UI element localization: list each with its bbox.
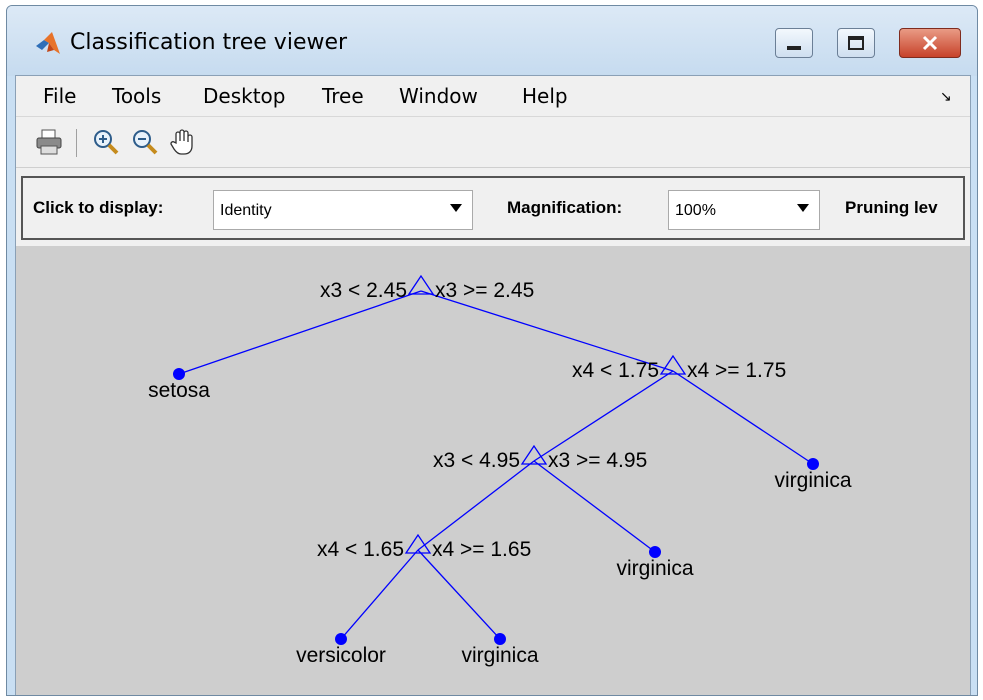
menu-window[interactable]: Window (399, 84, 478, 108)
magnification-select[interactable]: 100% (668, 190, 820, 230)
toolbar-separator (76, 129, 77, 157)
tree-edge (417, 460, 535, 551)
menu-file[interactable]: File (43, 84, 76, 108)
tree-edge (340, 549, 419, 640)
split-label-left: x4 < 1.75 (572, 359, 659, 382)
leaf-label: versicolor (296, 644, 386, 667)
tree-canvas[interactable]: x3 < 2.45 x3 >= 2.45 x4 < 1.75 x4 >= 1.7… (16, 246, 970, 695)
pan-hand-icon[interactable] (168, 127, 198, 157)
chevron-down-icon[interactable] (450, 204, 462, 212)
close-icon (922, 35, 938, 51)
zoom-in-icon[interactable] (91, 127, 121, 157)
display-select-value: Identity (220, 202, 272, 219)
chevron-down-icon[interactable] (797, 204, 809, 212)
maximize-button[interactable] (837, 28, 875, 58)
app-window: Classification tree viewer File Tools De… (6, 5, 978, 696)
dock-arrow-icon[interactable]: ↘ (940, 88, 952, 105)
controls-panel: Click to display: Identity Magnification… (21, 176, 965, 240)
tree-edge (533, 370, 674, 462)
menu-tools[interactable]: Tools (112, 84, 161, 108)
split-label-left: x3 < 4.95 (433, 449, 520, 472)
minimize-button[interactable] (775, 28, 813, 58)
tree-edge (178, 290, 422, 375)
toolbar (16, 117, 970, 168)
split-label-right: x4 >= 1.65 (432, 538, 531, 561)
split-label-right: x3 >= 2.45 (435, 279, 534, 302)
title-bar[interactable]: Classification tree viewer (7, 6, 977, 76)
menu-help[interactable]: Help (522, 84, 568, 108)
tree-diagram: x3 < 2.45 x3 >= 2.45 x4 < 1.75 x4 >= 1.7… (148, 274, 852, 667)
leaf-label: virginica (461, 644, 538, 667)
pruning-label: Pruning lev (845, 198, 938, 217)
leaf-label: virginica (616, 557, 693, 580)
menu-desktop[interactable]: Desktop (203, 84, 285, 108)
tree-edge (417, 549, 501, 640)
tree-edge (533, 460, 656, 553)
print-icon[interactable] (34, 127, 64, 157)
magnification-label: Magnification: (507, 198, 623, 217)
minimize-icon (787, 46, 801, 50)
split-label-right: x3 >= 4.95 (548, 449, 647, 472)
menu-bar: File Tools Desktop Tree Window Help ↘ (16, 76, 970, 117)
display-label: Click to display: (33, 198, 164, 217)
close-button[interactable] (899, 28, 961, 58)
maximize-icon (848, 36, 864, 50)
display-select[interactable]: Identity (213, 190, 473, 230)
tree-edge (672, 370, 814, 465)
split-label-left: x3 < 2.45 (320, 279, 407, 302)
matlab-logo-icon (36, 32, 60, 54)
leaf-label: setosa (148, 379, 210, 402)
split-label-right: x4 >= 1.75 (687, 359, 786, 382)
magnification-select-value: 100% (675, 202, 716, 219)
client-area: File Tools Desktop Tree Window Help ↘ Cl… (15, 75, 971, 695)
zoom-out-icon[interactable] (130, 127, 160, 157)
window-title: Classification tree viewer (70, 30, 348, 55)
split-label-left: x4 < 1.65 (317, 538, 404, 561)
leaf-label: virginica (774, 469, 851, 492)
menu-tree[interactable]: Tree (322, 84, 364, 108)
